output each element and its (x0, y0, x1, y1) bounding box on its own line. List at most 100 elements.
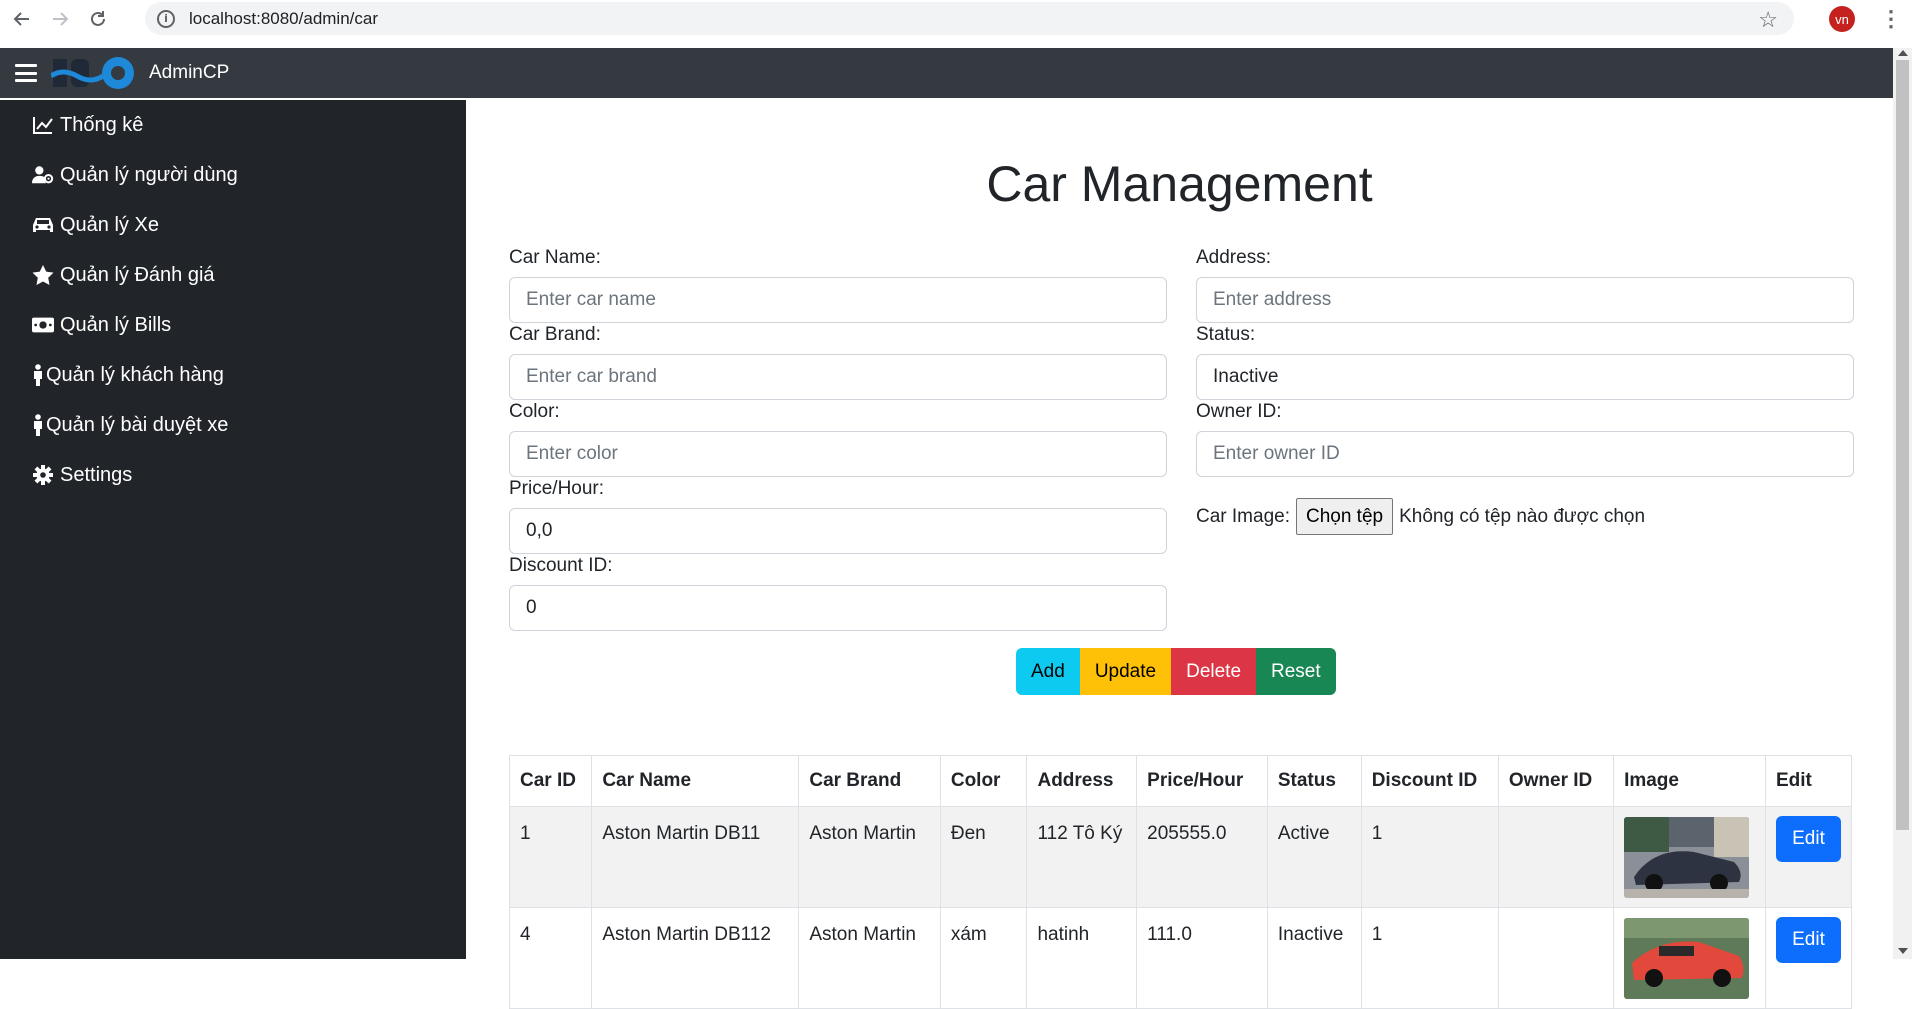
address-input[interactable]: Enter address (1196, 277, 1854, 323)
hamburger-menu-icon[interactable] (15, 64, 37, 82)
admin-navbar: AdminCP (0, 48, 1893, 98)
vertical-scrollbar[interactable] (1893, 48, 1912, 959)
sidebar-item-label: Quản lý người dùng (60, 163, 238, 186)
sidebar-item-settings[interactable]: Settings (0, 450, 466, 500)
no-file-text: Không có tệp nào được chọn (1399, 505, 1646, 527)
column-header[interactable]: Image (1613, 755, 1766, 807)
car-brand-cell: Aston Martin (798, 907, 941, 1009)
update-button[interactable]: Update (1079, 648, 1172, 695)
site-logo (49, 56, 137, 90)
sidebar-item-customers[interactable]: Quản lý khách hàng (0, 350, 466, 400)
sidebar: Thống kê Quản lý người dùng Quản lý Xe Q… (0, 100, 466, 959)
forward-icon[interactable] (44, 3, 76, 35)
column-header[interactable]: Owner ID (1497, 755, 1615, 807)
car-name-label: Car Name: (509, 247, 601, 268)
edit-button[interactable]: Edit (1776, 816, 1841, 862)
column-header[interactable]: Status (1266, 755, 1362, 807)
car-image-label: Car Image: (1196, 505, 1290, 527)
sidebar-item-label: Settings (60, 463, 133, 486)
back-icon[interactable] (6, 3, 38, 35)
sidebar-item-reviews[interactable]: Quản lý Đánh giá (0, 250, 466, 300)
user-gear-icon (32, 165, 54, 185)
discount-cell: 1 (1360, 907, 1499, 1009)
sidebar-item-cars[interactable]: Quản lý Xe (0, 200, 466, 250)
cars-table: Car ID Car Name Car Brand Color Address … (508, 755, 1852, 1009)
sidebar-item-car-approval[interactable]: Quản lý bài duyệt xe (0, 400, 466, 450)
status-label: Status: (1196, 324, 1256, 345)
edit-cell: Edit (1765, 806, 1852, 908)
table-row: 4 Aston Martin DB112 Aston Martin xám ha… (508, 907, 1852, 1009)
address-bar[interactable]: i localhost:8080/admin/car ☆ (145, 2, 1794, 35)
status-field: Status: Inactive (1196, 324, 1854, 401)
car-name-cell: Aston Martin DB112 (591, 907, 800, 1009)
scroll-down-icon[interactable] (1898, 948, 1908, 954)
owner-id-input[interactable]: Enter owner ID (1196, 431, 1854, 477)
color-cell: Đen (939, 806, 1028, 908)
column-header[interactable]: Color (939, 755, 1028, 807)
scrollbar-thumb[interactable] (1896, 60, 1909, 830)
reset-button[interactable]: Reset (1256, 648, 1336, 695)
car-icon (32, 215, 54, 235)
car-name-input[interactable]: Enter car name (509, 277, 1167, 323)
sidebar-item-bills[interactable]: Quản lý Bills (0, 300, 466, 350)
column-header[interactable]: Address (1026, 755, 1138, 807)
sidebar-item-statistics[interactable]: Thống kê (0, 100, 466, 150)
delete-button[interactable]: Delete (1171, 648, 1257, 695)
site-info-icon[interactable]: i (157, 9, 175, 28)
car-brand-label: Car Brand: (509, 324, 601, 345)
sidebar-item-label: Quản lý Đánh giá (60, 263, 215, 286)
profile-avatar[interactable]: vn (1829, 6, 1855, 32)
reload-icon[interactable] (82, 3, 114, 35)
color-input[interactable]: Enter color (509, 431, 1167, 477)
scroll-up-icon[interactable] (1898, 50, 1908, 56)
table-header-row: Car ID Car Name Car Brand Color Address … (508, 755, 1852, 807)
car-id-cell: 1 (508, 806, 593, 908)
choose-file-button[interactable]: Chọn tệp (1295, 498, 1394, 535)
discount-id-label: Discount ID: (509, 555, 613, 576)
car-brand-field: Car Brand: Enter car brand (509, 324, 1167, 401)
sidebar-item-users[interactable]: Quản lý người dùng (0, 150, 466, 200)
price-cell: 205555.0 (1136, 806, 1268, 908)
car-image-field: Car Image: Chọn tệp Không có tệp nào đượ… (1196, 498, 1854, 535)
sidebar-item-label: Thống kê (60, 113, 144, 136)
column-header[interactable]: Car Brand (798, 755, 941, 807)
sidebar-item-label: Quản lý Bills (60, 313, 172, 336)
owner-cell (1497, 806, 1615, 908)
discount-id-input[interactable]: 0 (509, 585, 1167, 631)
add-button[interactable]: Add (1016, 648, 1080, 695)
column-header[interactable]: Discount ID (1360, 755, 1499, 807)
star-icon (32, 265, 54, 285)
address-field: Address: Enter address (1196, 247, 1854, 324)
status-cell: Active (1266, 806, 1362, 908)
gear-icon (32, 465, 54, 485)
bookmark-star-icon[interactable]: ☆ (1758, 7, 1778, 33)
person-icon (32, 414, 44, 436)
column-header[interactable]: Price/Hour (1136, 755, 1268, 807)
car-name-field: Car Name: Enter car name (509, 247, 1167, 324)
owner-cell (1497, 907, 1615, 1009)
status-input[interactable]: Inactive (1196, 354, 1854, 400)
price-hour-field: Price/Hour: 0,0 (509, 478, 1167, 555)
browser-menu-icon[interactable]: ⋮ (1880, 6, 1902, 32)
brand-name[interactable]: AdminCP (149, 62, 229, 84)
discount-cell: 1 (1360, 806, 1499, 908)
sidebar-item-label: Quản lý bài duyệt xe (46, 413, 229, 436)
sidebar-item-label: Quản lý Xe (60, 213, 159, 236)
browser-toolbar: i localhost:8080/admin/car ☆ vn ⋮ (0, 0, 1912, 37)
status-cell: Inactive (1266, 907, 1362, 1009)
person-icon (32, 364, 44, 386)
column-header[interactable]: Car ID (508, 755, 593, 807)
price-hour-input[interactable]: 0,0 (509, 508, 1167, 554)
edit-button[interactable]: Edit (1776, 917, 1841, 963)
form-right-column: Address: Enter address Status: Inactive … (1196, 247, 1854, 535)
column-header[interactable]: Car Name (591, 755, 800, 807)
color-label: Color: (509, 401, 560, 422)
column-header[interactable]: Edit (1765, 755, 1852, 807)
owner-id-field: Owner ID: Enter owner ID (1196, 401, 1854, 478)
main-content: Car Management Car Name: Enter car name … (466, 100, 1893, 1009)
car-id-cell: 4 (508, 907, 593, 1009)
address-cell: hatinh (1026, 907, 1138, 1009)
sidebar-item-label: Quản lý khách hàng (46, 363, 224, 386)
car-thumbnail[interactable] (1624, 817, 1750, 898)
car-brand-input[interactable]: Enter car brand (509, 354, 1167, 400)
